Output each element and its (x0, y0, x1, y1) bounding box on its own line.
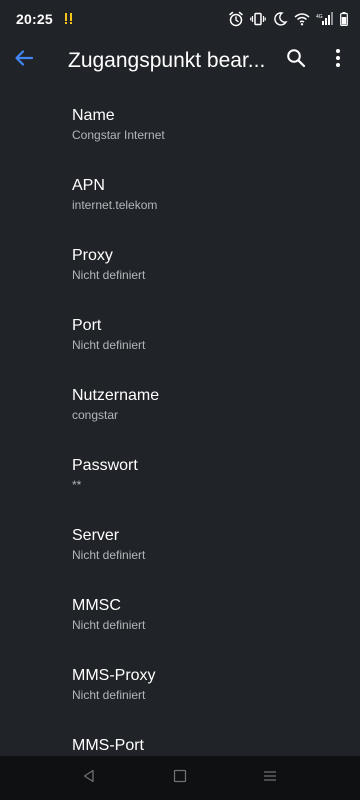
setting-summary: Congstar Internet (72, 128, 165, 142)
app-bar: Zugangspunkt bear... (0, 38, 360, 82)
recents-menu-icon (263, 769, 277, 788)
vibrate-icon (250, 11, 266, 27)
status-bar: 20:25 4G (0, 0, 360, 38)
signal-icon: 4G (316, 12, 334, 26)
setting-summary: Nicht definiert (72, 548, 146, 562)
search-icon (286, 48, 306, 73)
setting-username[interactable]: Nutzername congstar (0, 366, 360, 436)
setting-port[interactable]: Port Nicht definiert (0, 296, 360, 366)
setting-title: Nutzername (72, 387, 160, 404)
setting-title: MMS-Port (72, 737, 144, 754)
back-arrow-icon (14, 48, 34, 73)
setting-summary: Nicht definiert (72, 338, 146, 352)
nav-home-button[interactable] (168, 766, 192, 790)
setting-summary: Nicht definiert (72, 268, 146, 282)
setting-title: Server (72, 527, 120, 544)
do-not-disturb-moon-icon (272, 11, 288, 27)
setting-summary: ** (72, 478, 82, 492)
status-icons: 4G (228, 10, 348, 28)
nav-recents-button[interactable] (258, 766, 282, 790)
setting-title: APN (72, 177, 105, 194)
alarm-icon (228, 11, 244, 27)
back-triangle-icon (82, 769, 96, 788)
page-title: Zugangspunkt bear... (68, 49, 266, 72)
more-vert-icon (335, 48, 341, 73)
setting-summary: congstar (72, 408, 119, 422)
more-options-button[interactable] (324, 46, 352, 74)
setting-title: Proxy (72, 247, 113, 264)
navigation-bar (0, 756, 360, 800)
setting-title: Passwort (72, 457, 138, 474)
battery-icon (340, 12, 348, 26)
back-button[interactable] (10, 46, 38, 74)
home-square-icon (173, 769, 187, 788)
setting-mms-port[interactable]: MMS-Port (0, 716, 360, 756)
setting-server[interactable]: Server Nicht definiert (0, 506, 360, 576)
setting-title: MMSC (72, 597, 121, 614)
setting-apn[interactable]: APN internet.telekom (0, 156, 360, 226)
setting-title: MMS-Proxy (72, 667, 156, 684)
svg-text:4G: 4G (316, 14, 323, 20)
setting-proxy[interactable]: Proxy Nicht definiert (0, 226, 360, 296)
status-time: 20:25 (16, 11, 53, 27)
wifi-icon (294, 12, 310, 26)
screen: 20:25 4G Zugangspunkt bear... Name Congs… (0, 0, 360, 800)
notification-icon (64, 12, 74, 26)
setting-summary: Nicht definiert (72, 688, 146, 702)
setting-summary: Nicht definiert (72, 618, 146, 632)
search-button[interactable] (282, 46, 310, 74)
setting-title: Port (72, 317, 102, 334)
setting-mms-proxy[interactable]: MMS-Proxy Nicht definiert (0, 646, 360, 716)
nav-back-button[interactable] (77, 766, 101, 790)
setting-name[interactable]: Name Congstar Internet (0, 86, 360, 156)
settings-list: Name Congstar Internet APN internet.tele… (0, 86, 360, 756)
setting-password[interactable]: Passwort ** (0, 436, 360, 506)
setting-title: Name (72, 107, 115, 124)
setting-mmsc[interactable]: MMSC Nicht definiert (0, 576, 360, 646)
setting-summary: internet.telekom (72, 198, 158, 212)
